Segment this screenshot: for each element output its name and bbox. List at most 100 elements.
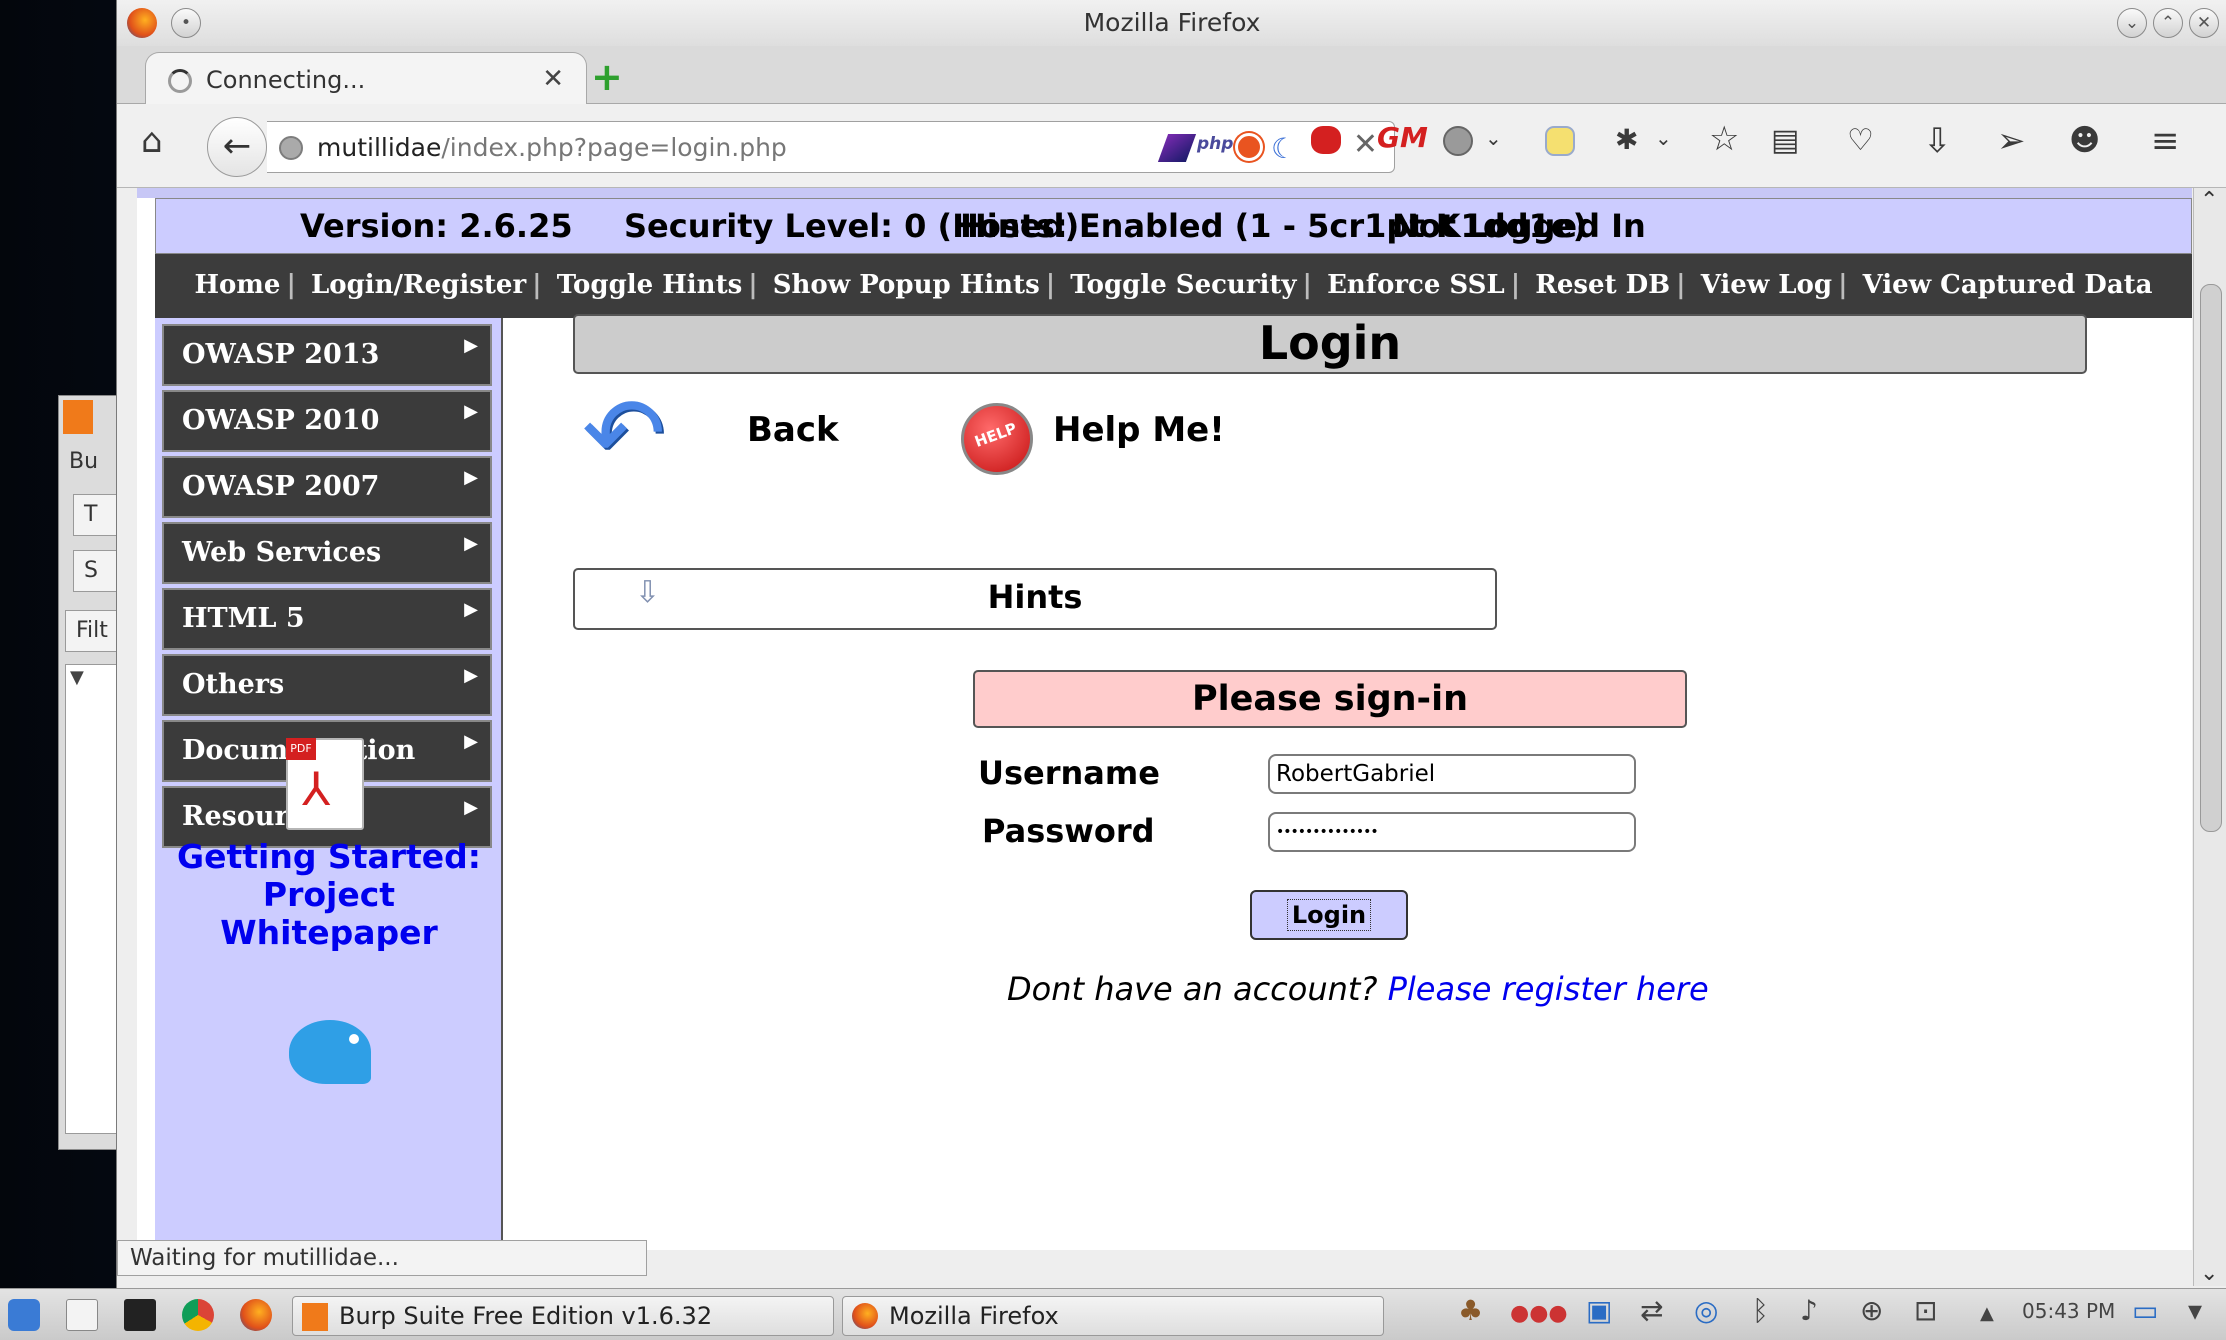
menu-login-register[interactable]: Login/Register [311, 270, 526, 300]
greasemonkey-icon[interactable]: GM [1377, 124, 1428, 152]
page-content: Version: 2.6.25 Security Level: 0 (Hosed… [137, 188, 2192, 1250]
update-icon[interactable]: ◎ [1694, 1297, 1718, 1325]
addon-feather-icon[interactable] [1157, 134, 1197, 162]
help-button-icon[interactable]: HELP [961, 403, 1033, 475]
chevron-right-icon: ▶ [464, 401, 478, 422]
getting-started-link[interactable]: Getting Started: Project Whitepaper [155, 838, 503, 952]
sidebar-item-owasp-2007[interactable]: OWASP 2007 ▶ [162, 456, 492, 518]
terminal-icon[interactable] [124, 1299, 156, 1331]
wave-icon[interactable]: ☾ [1271, 132, 1296, 165]
close-window-button[interactable]: ✕ [2189, 8, 2219, 38]
register-link[interactable]: Please register here [1388, 970, 1709, 1008]
expand-icon[interactable]: ▼ [70, 667, 84, 688]
sidebar-item-web-services[interactable]: Web Services ▶ [162, 522, 492, 584]
burp-taskbar-icon [302, 1303, 328, 1331]
bg-filter-field[interactable]: Filt [65, 610, 121, 652]
menu-show-popup-hints[interactable]: Show Popup Hints [773, 270, 1040, 300]
menu-view-log[interactable]: View Log [1701, 270, 1832, 300]
password-label: Password [982, 812, 1155, 850]
php-icon[interactable]: php [1197, 134, 1233, 154]
minimize-button[interactable]: ⌄ [2117, 8, 2147, 38]
bug-icon[interactable]: ✱ [1615, 126, 1638, 154]
privacy-icon[interactable] [1443, 126, 1473, 156]
chevron-right-icon: ▶ [464, 797, 478, 818]
hints-panel[interactable]: ⇩ Hints [573, 568, 1497, 630]
kde-menu-icon[interactable] [8, 1299, 40, 1331]
hamburger-menu-icon[interactable]: ≡ [2151, 124, 2180, 158]
top-menu: Home | Login/Register | Toggle Hints | Show… [155, 254, 2192, 318]
bookmark-star-icon[interactable]: ☆ [1709, 122, 1739, 156]
dots-icon[interactable]: ●●● [1510, 1303, 1568, 1325]
url-text[interactable]: mutillidae/index.php?page=login.php [317, 133, 787, 162]
menu-enforce-ssl[interactable]: Enforce SSL [1327, 270, 1505, 300]
bluetooth-icon[interactable]: ᛒ [1752, 1297, 1769, 1325]
chevron-right-icon: ▶ [464, 533, 478, 554]
url-bar[interactable]: mutillidae/index.php?page=login.php php … [267, 121, 1395, 173]
pocket-icon[interactable]: ♡ [1847, 126, 1874, 156]
menu-toggle-hints[interactable]: Toggle Hints [557, 270, 743, 300]
smiley-addon-icon[interactable] [1545, 126, 1575, 156]
firefox-window: • Mozilla Firefox ⌄ ⌃ ✕ Connecting... ✕ … [116, 0, 2226, 1288]
chrome-icon[interactable] [182, 1299, 214, 1331]
background-burp-window[interactable]: Bu T S Filt ▼ [58, 395, 122, 1150]
close-tab-icon[interactable]: ✕ [542, 64, 564, 94]
maximize-button[interactable]: ⌃ [2153, 8, 2183, 38]
pdf-icon[interactable]: PDF ⅄ [286, 738, 364, 830]
back-button[interactable]: ← [207, 117, 267, 177]
status-header: Version: 2.6.25 Security Level: 0 (Hosed… [155, 198, 2192, 254]
back-link[interactable]: Back [747, 410, 839, 450]
login-button[interactable]: Login [1250, 890, 1408, 940]
taskbar: Burp Suite Free Edition v1.6.32 Mozilla … [0, 1288, 2226, 1340]
menu-view-captured-data[interactable]: View Captured Data [1863, 270, 2153, 300]
menu-reset-db[interactable]: Reset DB [1535, 270, 1670, 300]
sidebar-item-others[interactable]: Others ▶ [162, 654, 492, 716]
username-field[interactable] [1268, 754, 1636, 794]
tray-expand-icon[interactable]: ▲ [1980, 1305, 1994, 1323]
bg-tab-2[interactable]: S [73, 550, 121, 592]
dropdown-icon-2[interactable]: ⌄ [1655, 128, 1672, 148]
tab-active[interactable]: Connecting... ✕ [145, 52, 587, 105]
register-prompt: Dont have an account? Please register he… [1007, 970, 1709, 1008]
clipboard-icon[interactable]: ▣ [1586, 1297, 1612, 1325]
new-tab-button[interactable]: + [591, 58, 623, 96]
sidebar-item-html5[interactable]: HTML 5 ▶ [162, 588, 492, 650]
volume-icon[interactable]: ♪ [1800, 1297, 1818, 1325]
scroll-up-icon[interactable]: ⌃ [2200, 188, 2218, 213]
home-icon[interactable]: ⌂ [141, 124, 163, 158]
site-identity-icon[interactable] [279, 136, 303, 160]
network-icon[interactable]: ⇄ [1640, 1297, 1663, 1325]
help-link[interactable]: Help Me! [1053, 410, 1225, 450]
sidebar-item-owasp-2013[interactable]: OWASP 2013 ▶ [162, 324, 492, 386]
tab-bar: Connecting... ✕ + [117, 46, 2226, 105]
twitter-bird-icon[interactable] [289, 1020, 371, 1084]
dropdown-icon[interactable]: ⌄ [1485, 128, 1502, 148]
back-arrow-icon[interactable]: ↶ [582, 384, 666, 484]
scroll-down-icon[interactable]: ⌄ [2200, 1261, 2218, 1286]
reader-list-icon[interactable]: ▤ [1771, 126, 1799, 156]
acorn-icon[interactable]: ♣ [1458, 1297, 1483, 1325]
ubuntu-icon[interactable] [1235, 133, 1263, 161]
tray-icon-end[interactable]: ▾ [2188, 1297, 2202, 1325]
taskbar-item-firefox[interactable]: Mozilla Firefox [842, 1296, 1384, 1336]
bg-window-label: Bu [69, 449, 99, 474]
menu-toggle-security[interactable]: Toggle Security [1070, 270, 1296, 300]
clock[interactable]: 05:43 PM [2022, 1299, 2115, 1323]
sidebar-item-owasp-2010[interactable]: OWASP 2010 ▶ [162, 390, 492, 452]
send-icon[interactable]: ➢ [1997, 124, 2026, 158]
monitor-icon[interactable]: ⊡ [1914, 1297, 1937, 1325]
taskbar-item-burp[interactable]: Burp Suite Free Edition v1.6.32 [292, 1296, 834, 1336]
menu-home[interactable]: Home [194, 270, 280, 300]
stop-loading-icon[interactable]: ✕ [1353, 127, 1378, 162]
chat-icon[interactable]: ☻ [2069, 126, 2100, 156]
vertical-scrollbar[interactable]: ⌃ ⌄ [2193, 188, 2226, 1286]
desktop-pager-icon[interactable]: ▭ [2132, 1297, 2158, 1325]
text-editor-icon[interactable] [66, 1299, 98, 1331]
bg-tree-panel: ▼ [65, 664, 121, 1134]
display-icon[interactable]: ⊕ [1860, 1297, 1883, 1325]
firefox-launcher-icon[interactable] [240, 1299, 272, 1331]
ladybug-icon[interactable] [1311, 126, 1341, 154]
scroll-thumb[interactable] [2200, 284, 2222, 832]
password-field[interactable]: •••••••••••••• [1268, 812, 1636, 852]
bg-tab-1[interactable]: T [73, 494, 121, 536]
download-icon[interactable]: ⇩ [1923, 124, 1952, 158]
